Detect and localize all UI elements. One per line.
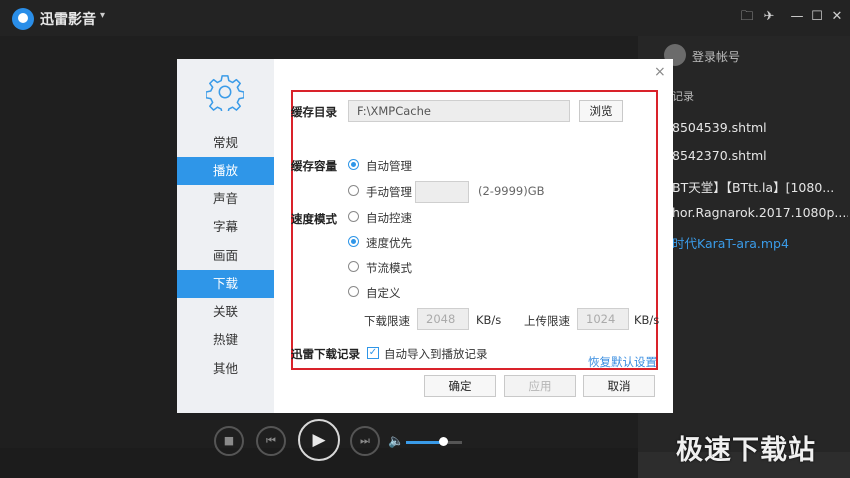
download-limit-unit: KB/s bbox=[476, 313, 502, 327]
apply-button[interactable]: 应用 bbox=[504, 375, 576, 397]
cache-dir-label: 缓存目录 bbox=[291, 105, 337, 119]
folder-icon[interactable]: 🗀 bbox=[738, 9, 756, 25]
radio-manual-manage-label: 手动管理 bbox=[366, 185, 412, 199]
manual-size-field[interactable] bbox=[415, 181, 469, 203]
radio-custom[interactable] bbox=[348, 286, 359, 297]
previous-button[interactable]: ⏮ bbox=[256, 426, 286, 456]
radio-auto-speed-label: 自动控速 bbox=[366, 211, 412, 225]
login-link[interactable]: 登录帐号 bbox=[692, 48, 740, 65]
radio-speed-first-label: 速度优先 bbox=[366, 236, 412, 250]
nav-item-picture[interactable]: 画面 bbox=[177, 242, 274, 270]
restore-defaults-link[interactable]: 恢复默认设置 bbox=[588, 354, 657, 370]
playlist-item[interactable]: hor.Ragnarok.2017.1080p.... bbox=[672, 205, 848, 220]
import-record-label: 自动导入到播放记录 bbox=[384, 347, 488, 361]
title-bar bbox=[0, 0, 850, 36]
playlist-item[interactable]: BT天堂】【BTtt.la】[1080... bbox=[672, 177, 848, 196]
xunlei-logo-icon bbox=[12, 8, 34, 30]
nav-item-download[interactable]: 下载 bbox=[177, 270, 274, 298]
minimize-button[interactable]: — bbox=[788, 9, 806, 25]
next-button[interactable]: ⏭ bbox=[350, 426, 380, 456]
radio-custom-label: 自定义 bbox=[366, 286, 401, 300]
speed-mode-label: 速度模式 bbox=[291, 212, 337, 226]
radio-throttle-label: 节流模式 bbox=[366, 261, 412, 275]
radio-auto-speed[interactable] bbox=[348, 211, 359, 222]
nav-item-hotkeys[interactable]: 热键 bbox=[177, 326, 274, 354]
upload-limit-field[interactable]: 1024 bbox=[577, 308, 629, 330]
upload-limit-label: 上传限速 bbox=[524, 314, 570, 328]
download-limit-field[interactable]: 2048 bbox=[417, 308, 469, 330]
maximize-button[interactable]: ☐ bbox=[808, 9, 826, 25]
nav-item-playback[interactable]: 播放 bbox=[177, 157, 274, 185]
radio-manual-manage[interactable] bbox=[348, 185, 359, 196]
nav-item-audio[interactable]: 声音 bbox=[177, 185, 274, 213]
radio-auto-manage-label: 自动管理 bbox=[366, 159, 412, 173]
nav-item-other[interactable]: 其他 bbox=[177, 355, 274, 383]
close-dialog-button[interactable]: × bbox=[654, 64, 666, 80]
cache-size-label: 缓存容量 bbox=[291, 159, 337, 173]
gear-icon bbox=[206, 75, 244, 111]
volume-icon[interactable]: 🔈 bbox=[388, 434, 404, 449]
stop-button[interactable]: ■ bbox=[214, 426, 244, 456]
import-record-checkbox[interactable]: ✓ bbox=[367, 347, 379, 359]
upload-limit-unit: KB/s bbox=[634, 313, 660, 327]
radio-throttle[interactable] bbox=[348, 261, 359, 272]
nav-item-subtitle[interactable]: 字幕 bbox=[177, 213, 274, 241]
volume-level-fill bbox=[406, 441, 443, 444]
ok-button[interactable]: 确定 bbox=[424, 375, 496, 397]
nav-item-association[interactable]: 关联 bbox=[177, 298, 274, 326]
play-button[interactable]: ▶ bbox=[298, 419, 340, 461]
playlist-item[interactable]: 8504539.shtml bbox=[672, 120, 848, 135]
radio-auto-manage[interactable] bbox=[348, 159, 359, 170]
pin-icon[interactable]: ✈ bbox=[760, 9, 778, 25]
xunlei-record-label: 迅雷下载记录 bbox=[291, 347, 360, 361]
nav-item-general[interactable]: 常规 bbox=[177, 129, 274, 157]
radio-speed-first[interactable] bbox=[348, 236, 359, 247]
cancel-button[interactable]: 取消 bbox=[583, 375, 655, 397]
playlist-item-active[interactable]: 时代KaraT-ara.mp4 bbox=[672, 233, 848, 252]
playlist-section-title: 记录 bbox=[672, 90, 694, 103]
close-window-button[interactable]: ✕ bbox=[828, 9, 846, 25]
volume-slider-handle[interactable] bbox=[439, 437, 448, 446]
watermark: 极速下载站 bbox=[676, 435, 816, 466]
playlist-item[interactable]: 8542370.shtml bbox=[672, 148, 848, 163]
download-limit-label: 下载限速 bbox=[364, 314, 410, 328]
browse-button[interactable]: 浏览 bbox=[579, 100, 623, 122]
cache-dir-field[interactable]: F:\XMPCache bbox=[348, 100, 570, 122]
size-range-hint: (2-9999)GB bbox=[478, 184, 545, 198]
app-title[interactable]: 迅雷影音 bbox=[40, 9, 96, 29]
chevron-down-icon[interactable]: ▾ bbox=[100, 10, 105, 21]
